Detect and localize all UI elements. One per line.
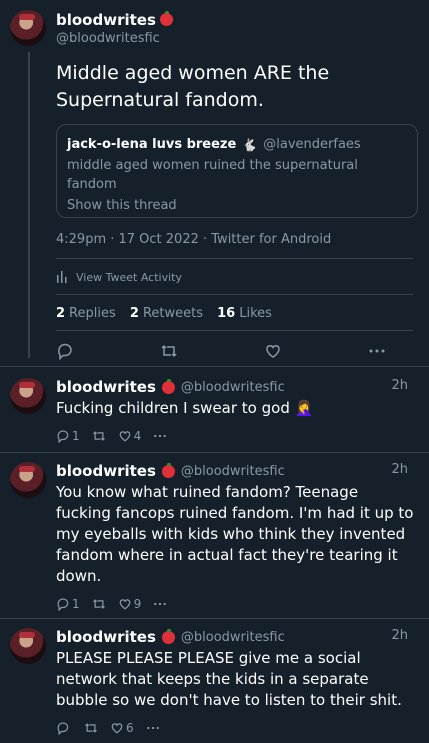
main-tweet-header: bloodwrites @bloodwritesfic	[56, 10, 173, 46]
more-icon	[154, 602, 167, 606]
like-icon[interactable]	[264, 342, 282, 364]
avatar[interactable]	[10, 628, 46, 664]
divider	[0, 452, 429, 453]
activity-icon	[57, 271, 67, 283]
quoted-tweet[interactable]: jack-o-lena luvs breeze 🐇 @lavenderfaes …	[56, 124, 418, 218]
more-icon[interactable]	[368, 342, 386, 364]
divider	[56, 330, 413, 331]
timestamp[interactable]: 2h	[391, 462, 408, 477]
reply-actions: 1 4	[56, 429, 416, 443]
tweet-action-bar	[56, 342, 386, 364]
reply-tweet[interactable]: bloodwrites @bloodwritesfic 2h You know …	[56, 462, 416, 611]
reply-tweet[interactable]: bloodwrites @bloodwritesfic 2h PLEASE PL…	[56, 628, 416, 735]
quote-handle: @lavenderfaes	[263, 137, 361, 152]
apple-emoji-icon	[161, 462, 175, 478]
reply-text: PLEASE PLEASE PLEASE give me a social ne…	[56, 649, 402, 709]
more-button[interactable]	[146, 721, 160, 735]
handle[interactable]: @bloodwritesfic	[56, 31, 173, 46]
more-icon	[154, 434, 167, 438]
quote-display-name: jack-o-lena luvs breeze	[67, 137, 237, 152]
reply-count: 1	[72, 597, 80, 611]
reply-icon	[57, 722, 69, 735]
more-icon	[146, 726, 159, 730]
like-icon	[119, 599, 130, 610]
retweet-icon	[85, 723, 97, 733]
divider	[0, 366, 429, 367]
retweet-button[interactable]	[92, 597, 106, 611]
handle[interactable]: @bloodwritesfic	[181, 464, 285, 479]
reply-text: Fucking children I swear to god 🤦‍♀️	[56, 399, 314, 417]
reply-button[interactable]: 1	[56, 597, 80, 611]
tweet-text: Middle aged women ARE the Supernatural f…	[56, 62, 330, 111]
avatar[interactable]	[10, 462, 46, 498]
reply-count: 1	[72, 429, 80, 443]
apple-emoji-icon	[161, 628, 175, 644]
view-activity-link[interactable]: View Tweet Activity	[56, 270, 182, 284]
reply-header: bloodwrites @bloodwritesfic	[56, 462, 416, 480]
reply-icon[interactable]	[56, 342, 74, 364]
reply-button[interactable]: 1	[56, 429, 80, 443]
like-button[interactable]: 9	[118, 597, 142, 611]
like-button[interactable]: 4	[118, 429, 142, 443]
retweets-label[interactable]: Retweets	[143, 306, 203, 321]
reply-actions: 6	[56, 721, 416, 735]
timestamp[interactable]: 2h	[391, 378, 408, 393]
apple-emoji-icon	[159, 11, 173, 26]
like-icon	[119, 431, 130, 442]
show-thread-link[interactable]: Show this thread	[67, 198, 407, 213]
display-name[interactable]: bloodwrites	[56, 628, 156, 646]
more-button[interactable]	[153, 429, 167, 443]
tweet-meta: 4:29pm · 17 Oct 2022 · Twitter for Andro…	[56, 232, 332, 247]
apple-emoji-icon	[161, 378, 175, 394]
likes-label[interactable]: Likes	[239, 306, 272, 321]
avatar[interactable]	[10, 378, 46, 414]
display-name[interactable]: bloodwrites	[56, 11, 156, 29]
like-count: 9	[133, 597, 142, 611]
handle[interactable]: @bloodwritesfic	[181, 380, 285, 395]
like-count: 6	[126, 721, 134, 735]
reply-button[interactable]	[56, 721, 72, 735]
thread-line	[28, 52, 30, 358]
retweet-icon	[92, 599, 105, 609]
retweet-icon[interactable]	[160, 342, 178, 364]
reply-header: bloodwrites @bloodwritesfic	[56, 628, 416, 646]
timestamp[interactable]: 2h	[391, 628, 408, 643]
divider	[0, 618, 429, 619]
retweet-button[interactable]	[84, 721, 98, 735]
like-icon	[111, 723, 123, 734]
display-name[interactable]: bloodwrites	[56, 378, 156, 396]
retweet-button[interactable]	[92, 429, 106, 443]
reply-actions: 1 9	[56, 597, 416, 611]
reply-header: bloodwrites @bloodwritesfic	[56, 378, 416, 396]
display-name[interactable]: bloodwrites	[56, 462, 156, 480]
quote-text: middle aged women ruined the supernatura…	[67, 158, 358, 192]
like-count: 4	[133, 429, 142, 443]
divider	[56, 258, 413, 259]
rabbit-emoji-icon: 🐇	[242, 137, 258, 152]
divider	[56, 294, 413, 295]
retweets-count[interactable]: 2	[130, 306, 139, 321]
reply-icon	[57, 598, 69, 611]
view-activity-label: View Tweet Activity	[76, 270, 182, 284]
retweet-icon	[92, 431, 105, 441]
replies-count[interactable]: 2	[56, 306, 65, 321]
reply-tweet[interactable]: bloodwrites @bloodwritesfic 2h Fucking c…	[56, 378, 416, 443]
tweet-stats: 2 Replies 2 Retweets 16 Likes	[56, 306, 282, 321]
avatar[interactable]	[10, 10, 46, 46]
reply-text: You know what ruined fandom? Teenage fuc…	[56, 483, 414, 585]
likes-count[interactable]: 16	[217, 306, 235, 321]
reply-icon	[57, 430, 69, 443]
handle[interactable]: @bloodwritesfic	[181, 630, 285, 645]
replies-label[interactable]: Replies	[69, 306, 116, 321]
more-button[interactable]	[153, 597, 167, 611]
like-button[interactable]: 6	[110, 721, 134, 735]
